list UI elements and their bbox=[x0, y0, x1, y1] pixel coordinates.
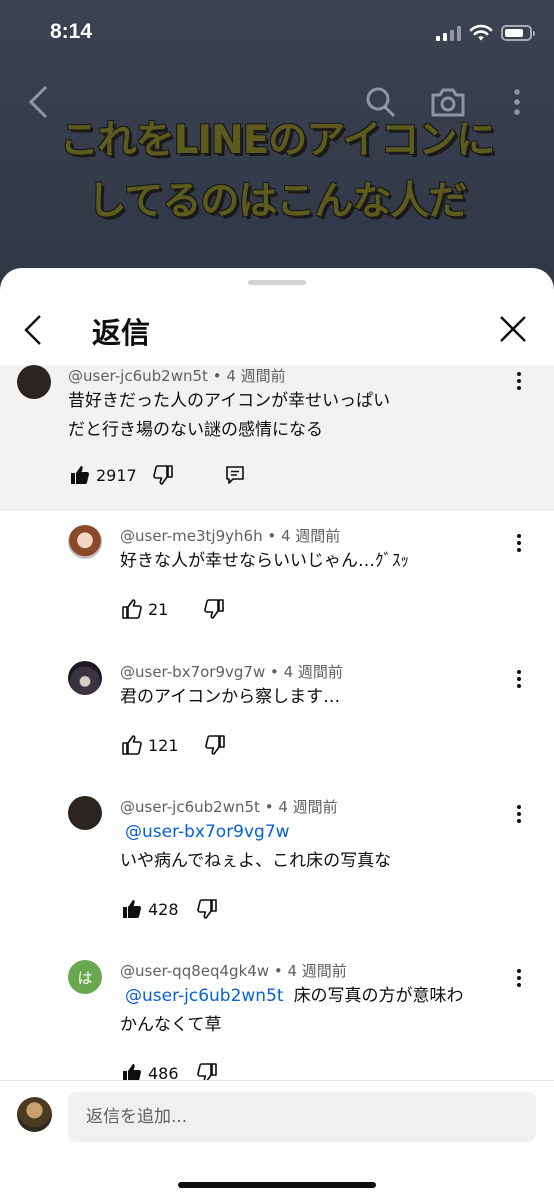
comment-time: 4 週間前 bbox=[278, 798, 338, 816]
comment-text: @user-bx7or9vg7w いや病んでねぇよ、これ床の写真な bbox=[120, 822, 392, 871]
comment-meta: @user-jc6ub2wn5t • 4 週間前 bbox=[120, 798, 338, 816]
video-player[interactable]: 8:14 これをLINEのアイコンに してるのはこんな人だ bbox=[0, 0, 554, 300]
home-indicator[interactable] bbox=[178, 1182, 376, 1188]
avatar[interactable] bbox=[68, 796, 102, 830]
like-count: 121 bbox=[148, 735, 179, 755]
dislike-icon[interactable] bbox=[204, 735, 225, 755]
comment-meta: @user-jc6ub2wn5t • 4 週間前 bbox=[68, 367, 286, 385]
reply-item: @user-me3tj9yh6h • 4 週間前 好きな人が幸せならいいじゃん…… bbox=[0, 525, 554, 675]
comment-time: 4 週間前 bbox=[281, 527, 341, 545]
status-time: 8:14 bbox=[50, 20, 93, 43]
dislike-icon[interactable] bbox=[204, 599, 225, 619]
reply-thread[interactable]: @user-jc6ub2wn5t • 4 週間前 昔好きだった人のアイコンが幸せ… bbox=[0, 365, 554, 1081]
like-filled-icon[interactable] bbox=[122, 1063, 142, 1081]
reply-item: は @user-qq8eq4gk4w • 4 週間前 @user-jc6ub2w… bbox=[0, 960, 554, 1081]
add-reply-input[interactable] bbox=[68, 1092, 536, 1142]
comment-actions: 121 bbox=[122, 735, 225, 755]
avatar[interactable]: は bbox=[68, 960, 102, 994]
like-icon[interactable] bbox=[122, 599, 142, 619]
comment-author[interactable]: @user-me3tj9yh6h bbox=[120, 527, 263, 545]
sheet-header: 返信 bbox=[0, 298, 554, 362]
more-vertical-icon[interactable] bbox=[509, 369, 529, 393]
more-vertical-icon[interactable] bbox=[509, 531, 529, 555]
user-avatar bbox=[17, 1097, 52, 1132]
comment-actions: 21 bbox=[122, 599, 225, 619]
like-filled-icon[interactable] bbox=[70, 465, 90, 485]
more-vertical-icon[interactable] bbox=[509, 966, 529, 990]
like-count: 2917 bbox=[96, 465, 137, 485]
like-count: 486 bbox=[148, 1063, 179, 1082]
video-caption-line1: これをLINEのアイコンに bbox=[59, 118, 496, 163]
dislike-icon[interactable] bbox=[152, 465, 173, 485]
avatar[interactable] bbox=[17, 365, 51, 399]
like-count: 21 bbox=[148, 599, 169, 619]
replies-sheet: 返信 @user-jc6ub2wn5t • 4 週間前 昔好きだった人のアイコン… bbox=[0, 268, 554, 1199]
status-icons bbox=[436, 24, 535, 42]
comment-text: 君のアイコンから察します… bbox=[120, 687, 341, 707]
more-vertical-icon[interactable] bbox=[509, 667, 529, 691]
video-caption-line2: してるのはこんな人だ bbox=[87, 179, 468, 224]
drag-handle[interactable] bbox=[248, 280, 306, 285]
reply-comment-icon[interactable] bbox=[225, 465, 245, 485]
avatar[interactable] bbox=[68, 525, 102, 559]
dislike-icon[interactable] bbox=[196, 899, 217, 919]
cellular-signal-icon bbox=[436, 25, 461, 41]
mention-link[interactable]: @user-jc6ub2wn5t bbox=[125, 986, 284, 1006]
comment-time: 4 週間前 bbox=[283, 663, 343, 681]
more-vertical-icon[interactable] bbox=[509, 802, 529, 826]
comment-actions: 486 bbox=[122, 1063, 217, 1081]
comment-actions: 428 bbox=[122, 899, 217, 919]
comment-author[interactable]: @user-qq8eq4gk4w bbox=[120, 962, 269, 980]
reply-item: @user-bx7or9vg7w • 4 週間前 君のアイコンから察します… 1… bbox=[0, 661, 554, 811]
comment-text: 好きな人が幸せならいいじゃん…ｸﾞｽｯ bbox=[120, 551, 409, 571]
wifi-icon bbox=[469, 24, 493, 41]
comment-meta: @user-me3tj9yh6h • 4 週間前 bbox=[120, 527, 341, 545]
comment-meta: @user-qq8eq4gk4w • 4 週間前 bbox=[120, 962, 347, 980]
mention-link[interactable]: @user-bx7or9vg7w bbox=[125, 822, 290, 842]
video-caption: これをLINEのアイコンに してるのはこんな人だ bbox=[0, 110, 554, 232]
avatar-initial: は bbox=[77, 968, 93, 987]
close-icon[interactable] bbox=[496, 312, 530, 346]
comment-time: 4 週間前 bbox=[226, 367, 286, 385]
parent-comment: @user-jc6ub2wn5t • 4 週間前 昔好きだった人のアイコンが幸せ… bbox=[0, 365, 554, 511]
like-count: 428 bbox=[148, 899, 179, 919]
reply-item: @user-jc6ub2wn5t • 4 週間前 @user-bx7or9vg7… bbox=[0, 796, 554, 956]
comment-meta: @user-bx7or9vg7w • 4 週間前 bbox=[120, 663, 343, 681]
status-bar: 8:14 bbox=[0, 0, 554, 70]
comment-text: 昔好きだった人のアイコンが幸せいっぱい だと行き場のない謎の感情になる bbox=[68, 391, 391, 440]
battery-icon bbox=[501, 25, 535, 41]
avatar[interactable] bbox=[68, 661, 102, 695]
reply-composer bbox=[0, 1080, 554, 1199]
comment-time: 4 週間前 bbox=[287, 962, 347, 980]
comment-actions: 2917 bbox=[70, 465, 245, 485]
like-icon[interactable] bbox=[122, 735, 142, 755]
comment-author[interactable]: @user-jc6ub2wn5t bbox=[68, 367, 208, 385]
comment-text: @user-jc6ub2wn5t 床の写真の方が意味わ かんなくて草 bbox=[120, 986, 464, 1035]
dislike-icon[interactable] bbox=[196, 1063, 217, 1081]
comment-author[interactable]: @user-bx7or9vg7w bbox=[120, 663, 265, 681]
sheet-title: 返信 bbox=[92, 316, 151, 350]
comment-author[interactable]: @user-jc6ub2wn5t bbox=[120, 798, 260, 816]
back-arrow-icon[interactable] bbox=[22, 312, 44, 348]
like-filled-icon[interactable] bbox=[122, 899, 142, 919]
